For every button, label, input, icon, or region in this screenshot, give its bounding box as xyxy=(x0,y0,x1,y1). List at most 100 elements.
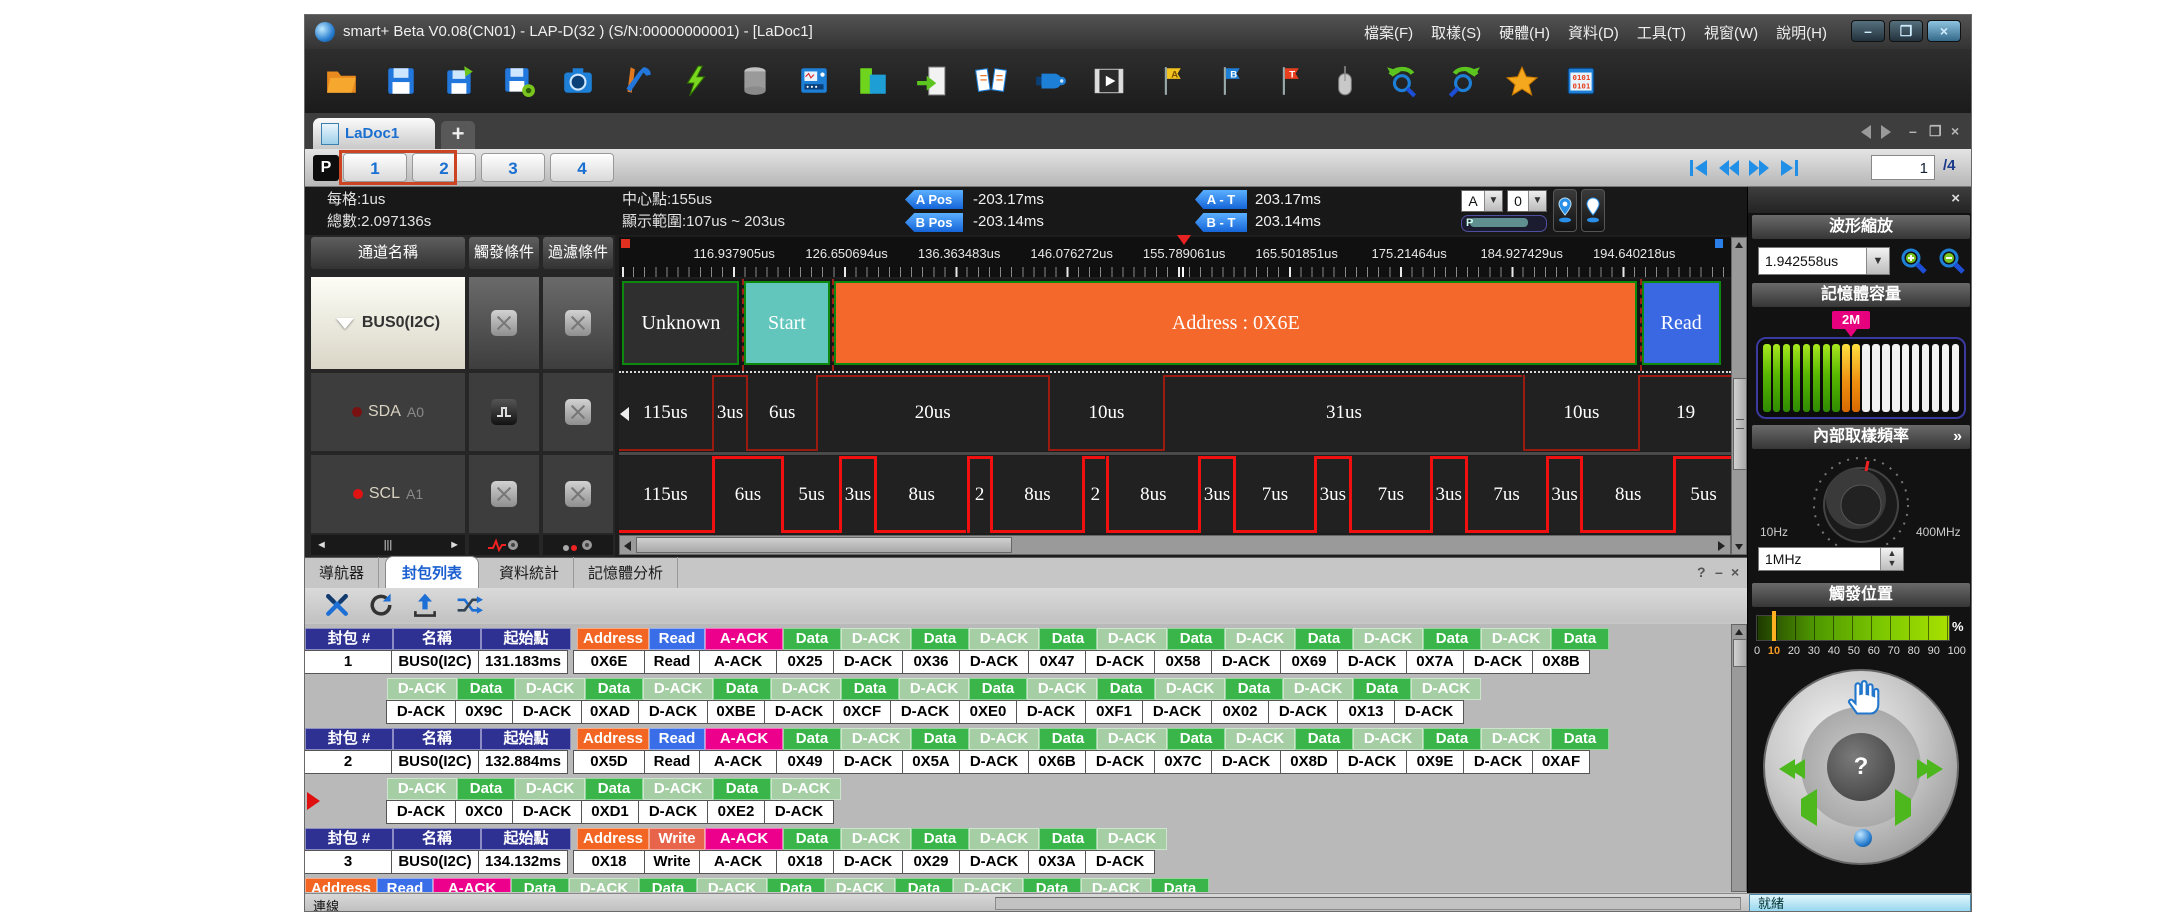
menu-item-0[interactable]: 檔案(F) xyxy=(1357,18,1420,47)
packet-cell[interactable]: D-ACK xyxy=(512,700,582,724)
packet-cell[interactable]: Read xyxy=(644,750,700,774)
sda-waveform[interactable]: 115us3us6us20us10us31us10us19 xyxy=(619,375,1731,451)
packet-cell[interactable]: 0X7A xyxy=(1406,650,1464,674)
sda-trigger-cell[interactable] xyxy=(469,373,539,451)
packet-cell[interactable]: 0X9C xyxy=(455,700,513,724)
menu-item-1[interactable]: 取樣(S) xyxy=(1424,18,1488,47)
packet-cell[interactable]: D-ACK xyxy=(1337,750,1407,774)
packet-cell[interactable]: D-ACK xyxy=(959,850,1029,874)
packet-cell[interactable]: D-ACK xyxy=(833,850,903,874)
packet-cell[interactable]: 0X6E xyxy=(573,650,645,674)
pan-left-icon[interactable] xyxy=(620,407,629,421)
close-button[interactable]: × xyxy=(1927,20,1961,42)
binary-button[interactable]: 01010101 xyxy=(1562,62,1600,100)
menu-item-4[interactable]: 工具(T) xyxy=(1630,18,1693,47)
packet-row[interactable]: D-ACK0X9CD-ACK0XADD-ACK0XBED-ACK0XCFD-AC… xyxy=(387,700,1464,724)
scroll-down-icon[interactable] xyxy=(1735,544,1743,550)
menu-item-2[interactable]: 硬體(H) xyxy=(1492,18,1557,47)
packet-cell[interactable]: 132.884ms xyxy=(478,750,568,774)
open-button[interactable] xyxy=(323,62,361,100)
v-scroll-thumb[interactable] xyxy=(1733,378,1747,470)
packet-cell[interactable]: 0X3A xyxy=(1028,850,1086,874)
packet-cell[interactable]: D-ACK xyxy=(959,750,1029,774)
a-t-tag[interactable]: A - T xyxy=(1195,190,1247,209)
packet-cell[interactable]: D-ACK xyxy=(764,800,834,824)
menu-item-3[interactable]: 資料(D) xyxy=(1561,18,1626,47)
star-button[interactable] xyxy=(1503,62,1541,100)
packet-cell[interactable]: 0X02 xyxy=(1211,700,1269,724)
menu-item-6[interactable]: 說明(H) xyxy=(1769,18,1834,47)
packet-cell[interactable]: 0X9E xyxy=(1406,750,1464,774)
navigation-dial[interactable]: ? xyxy=(1763,669,1959,865)
packet-row[interactable]: 2BUS0(I2C)132.884ms0X5DReadA-ACK0X49D-AC… xyxy=(305,750,1590,774)
packet-cell[interactable]: Read xyxy=(644,650,700,674)
packet-cell[interactable]: BUS0(I2C) xyxy=(391,850,479,874)
packet-cell[interactable]: D-ACK xyxy=(386,800,456,824)
tab-ladoc1[interactable]: LaDoc1 xyxy=(313,118,435,149)
tools-button[interactable] xyxy=(618,62,656,100)
packet-cell[interactable]: 0X18 xyxy=(573,850,645,874)
layout-button[interactable] xyxy=(854,62,892,100)
packet-cell[interactable]: 0X47 xyxy=(1028,650,1086,674)
scl-trigger-cell[interactable] xyxy=(469,455,539,533)
b-t-tag[interactable]: B - T xyxy=(1195,213,1247,232)
shuffle-button[interactable] xyxy=(455,591,483,619)
nav-play-button[interactable] xyxy=(1895,799,1911,817)
bolt-button[interactable] xyxy=(677,62,715,100)
packet-cell[interactable]: 0X8B xyxy=(1532,650,1590,674)
sample-rate-knob[interactable] xyxy=(1806,453,1916,554)
channel-sda[interactable]: SDA A0 xyxy=(311,373,465,451)
packet-cell[interactable]: D-ACK xyxy=(638,800,708,824)
zoom-in-button[interactable] xyxy=(1898,245,1930,282)
packet-cell[interactable]: 0X36 xyxy=(902,650,960,674)
packet-cell[interactable]: 0X69 xyxy=(1280,650,1338,674)
packet-row[interactable]: D-ACK0XC0D-ACK0XD1D-ACK0XE2D-ACK xyxy=(387,800,834,824)
table-scroll-thumb[interactable] xyxy=(1733,639,1747,667)
packet-cell[interactable]: 0X8D xyxy=(1280,750,1338,774)
packet-cell[interactable]: D-ACK xyxy=(833,650,903,674)
doc-close-icon[interactable]: × xyxy=(1951,123,1959,139)
navprev-button[interactable] xyxy=(1717,156,1741,180)
packet-cell[interactable]: A-ACK xyxy=(699,650,777,674)
packet-cell[interactable]: 0X29 xyxy=(902,850,960,874)
dial-help-button[interactable]: ? xyxy=(1827,733,1895,801)
page-number-input[interactable]: 1 xyxy=(1871,155,1935,180)
packet-cell[interactable]: D-ACK xyxy=(1085,750,1155,774)
packet-cell[interactable]: BUS0(I2C) xyxy=(391,750,479,774)
channel-scrollbar[interactable]: ◄|||► xyxy=(311,535,465,555)
sample-rate-combo[interactable]: 1MHz ▲▼ xyxy=(1758,547,1904,571)
tab-1[interactable]: 封包列表 xyxy=(385,556,479,588)
column-trigger-cond[interactable]: 觸發條件 xyxy=(469,237,539,269)
b-pos-tag[interactable]: B Pos xyxy=(905,213,963,232)
packet-cell[interactable]: 0X5D xyxy=(573,750,645,774)
camera-button[interactable] xyxy=(559,62,597,100)
marker-index-select[interactable]: 0 ▼ xyxy=(1507,190,1547,212)
packet-cell[interactable]: 1 xyxy=(305,650,392,674)
packet-cell[interactable]: 0X25 xyxy=(776,650,834,674)
packet-cell[interactable]: A-ACK xyxy=(699,750,777,774)
scl-filter-cell[interactable] xyxy=(543,455,613,533)
packet-cell[interactable]: D-ACK xyxy=(1211,650,1281,674)
packet-cell[interactable]: 2 xyxy=(305,750,392,774)
trigger-marker-icon[interactable] xyxy=(1177,235,1191,245)
tab-0[interactable]: 導航器 xyxy=(305,557,379,588)
zoom-scale-combo[interactable]: 1.942558us ▼ xyxy=(1758,247,1890,275)
saveas-button[interactable] xyxy=(441,62,479,100)
packet-row[interactable]: 1BUS0(I2C)131.183ms0X6EReadA-ACK0X25D-AC… xyxy=(305,650,1590,674)
scroll-up-icon[interactable] xyxy=(1735,242,1743,248)
export-button[interactable] xyxy=(913,62,951,100)
video-button[interactable] xyxy=(1090,62,1128,100)
help-icon[interactable]: ? xyxy=(1697,564,1706,580)
column-channel-name[interactable]: 通道名稱 xyxy=(311,237,465,269)
packet-cell[interactable]: 0XE0 xyxy=(959,700,1017,724)
packet-cell[interactable]: D-ACK xyxy=(1142,700,1212,724)
a-pos-tag[interactable]: A Pos xyxy=(905,190,963,209)
scroll-left-icon[interactable] xyxy=(624,541,631,551)
packet-cell[interactable]: D-ACK xyxy=(1268,700,1338,724)
packet-cell[interactable]: 0XCF xyxy=(833,700,891,724)
trigger-pos-bar[interactable] xyxy=(1756,615,1950,641)
save-button[interactable] xyxy=(382,62,420,100)
prev-doc-icon[interactable] xyxy=(1861,125,1871,142)
channel-bus0[interactable]: BUS0(I2C) xyxy=(311,277,465,369)
packet-cell[interactable]: 0XAD xyxy=(581,700,639,724)
